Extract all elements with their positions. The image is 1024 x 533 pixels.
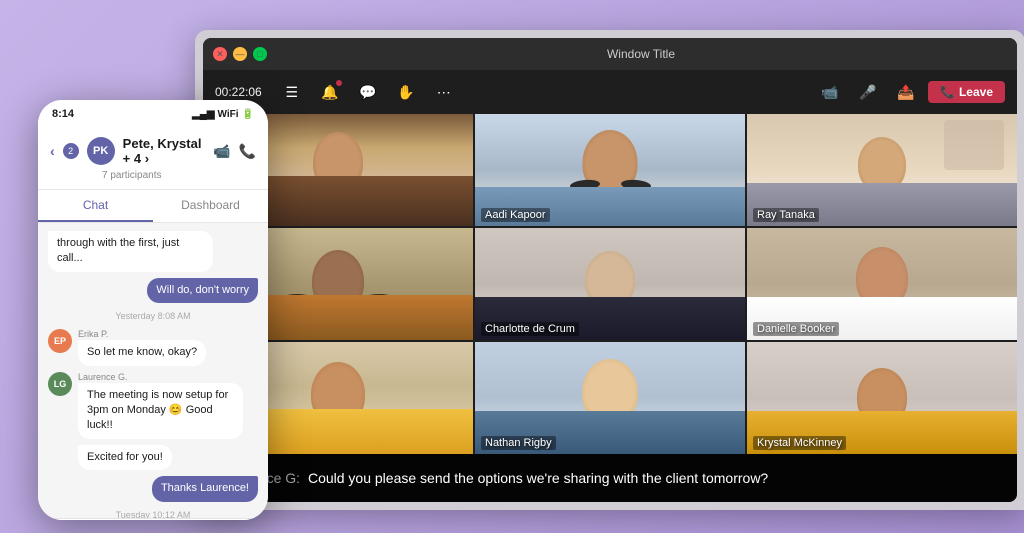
window-controls: ✕ — □ [213,47,267,61]
msg-bubble: The meeting is now setup for 3pm on Mond… [78,383,243,439]
teams-toolbar: 00:22:06 ☰ 🔔 💬 ✋ ⋯ 📹 🎤 📤 📞 Leave [203,70,1017,114]
signal-icon: ▂▄▆ [192,109,214,120]
msg-bubble: Will do, don't worry [147,278,258,303]
chat-input-bar: ⊕ 😊 📎 🎤 [38,518,268,520]
msg-bubble: Thanks Laurence! [152,476,258,501]
msg-avatar: EP [48,329,72,353]
date-divider: Tuesday 10:12 AM [48,510,258,518]
leave-button[interactable]: 📞 Leave [928,81,1005,103]
laptop-mockup: ✕ — □ Window Title 00:22:06 ☰ 🔔 💬 ✋ ⋯ 📹 … [195,30,1024,510]
tab-dashboard[interactable]: Dashboard [153,190,268,222]
notification-icon-wrapper: 🔔 [314,76,346,108]
tab-chat[interactable]: Chat [38,190,153,222]
msg-content: Excited for you! [78,445,172,470]
list-item: LG Laurence G. The meeting is now setup … [48,372,258,439]
phone-end-icon: 📞 [940,85,955,99]
chat-header: ‹ 2 PK Pete, Krystal + 4 › 📹 📞 7 partici… [38,128,268,190]
msg-content: Will do, don't worry [147,278,258,303]
raise-hand-icon[interactable]: ✋ [390,76,422,108]
phone-time: 8:14 [52,108,74,120]
msg-bubble: So let me know, okay? [78,340,206,365]
caption-bar: Laurence G: Could you please send the op… [203,454,1017,502]
phone-mockup: 8:14 ▂▄▆ WiFi 🔋 ‹ 2 PK Pete, Krystal + 4… [38,100,268,520]
chat-icon[interactable]: 💬 [352,76,384,108]
notification-icon[interactable]: 🔔 [314,76,346,108]
video-cell-6[interactable]: Danielle Booker [747,228,1017,340]
participant-name-9: Krystal McKinney [753,436,846,450]
msg-bubble: through with the first, just call... [48,231,213,272]
list-item: EP Erika P. So let me know, okay? [48,329,258,365]
msg-content: through with the first, just call... [48,231,213,272]
chat-header-icons: 📹 📞 [213,143,256,160]
back-button[interactable]: ‹ [50,143,55,159]
hamburger-icon[interactable]: ☰ [276,76,308,108]
video-grid: Aadi Kapoor Ray Tanaka [203,114,1017,454]
video-cell-3[interactable]: Ray Tanaka [747,114,1017,226]
video-cell-2[interactable]: Aadi Kapoor [475,114,745,226]
titlebar: ✕ — □ Window Title [203,38,1017,70]
list-item: Thanks Laurence! [48,476,258,501]
share-screen-icon[interactable]: 📤 [890,76,922,108]
microphone-icon[interactable]: 🎤 [852,76,884,108]
window-title: Window Title [275,47,1007,61]
chat-tabs: Chat Dashboard [38,190,268,223]
list-item: through with the first, just call... [48,231,258,272]
participant-name-8: Nathan Rigby [481,436,556,450]
msg-sender: Laurence G. [78,372,243,382]
caption-message: Could you please send the options we're … [308,470,768,486]
unread-badge: 2 [63,143,79,159]
participant-name-6: Danielle Booker [753,322,839,336]
camera-icon[interactable]: 📹 [814,76,846,108]
msg-avatar: LG [48,372,72,396]
leave-label: Leave [959,85,993,99]
call-timer: 00:22:06 [215,85,262,99]
group-avatar: PK [87,137,115,165]
close-button[interactable]: ✕ [213,47,227,61]
more-options-icon[interactable]: ⋯ [428,76,460,108]
status-icons: ▂▄▆ WiFi 🔋 [192,109,254,120]
participant-name-3: Ray Tanaka [753,208,819,222]
voice-call-icon[interactable]: 📞 [239,143,256,160]
maximize-button[interactable]: □ [253,47,267,61]
video-cell-9[interactable]: Krystal McKinney [747,342,1017,454]
msg-sender: Erika P. [78,329,206,339]
list-item: Excited for you! [48,445,258,470]
list-item: Will do, don't worry [48,278,258,303]
wifi-icon: WiFi [218,109,239,120]
battery-icon: 🔋 [242,109,254,120]
phone-status-bar: 8:14 ▂▄▆ WiFi 🔋 [38,100,268,128]
msg-bubble: Excited for you! [78,445,172,470]
menu-icon-wrapper: ☰ [276,76,308,108]
chat-header-top: ‹ 2 PK Pete, Krystal + 4 › 📹 📞 [50,136,256,166]
laptop-screen: ✕ — □ Window Title 00:22:06 ☰ 🔔 💬 ✋ ⋯ 📹 … [203,38,1017,502]
video-cell-8[interactable]: Nathan Rigby [475,342,745,454]
chat-messages: through with the first, just call... Wil… [38,223,268,518]
participants-count: 7 participants [50,170,256,181]
minimize-button[interactable]: — [233,47,247,61]
msg-content: Erika P. So let me know, okay? [78,329,206,365]
date-divider: Yesterday 8:08 AM [48,311,258,321]
video-call-icon[interactable]: 📹 [213,143,230,160]
caption-text: Laurence G: Could you please send the op… [223,470,768,486]
chat-group-name: Pete, Krystal + 4 › [123,136,205,166]
video-cell-5[interactable]: Charlotte de Crum [475,228,745,340]
participant-name-2: Aadi Kapoor [481,208,550,222]
msg-content: Laurence G. The meeting is now setup for… [78,372,243,439]
msg-content: Thanks Laurence! [152,476,258,501]
participant-name-5: Charlotte de Crum [481,322,579,336]
